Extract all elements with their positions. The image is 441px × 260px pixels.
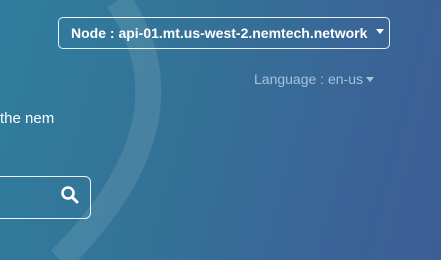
language-selector-dropdown[interactable]: Language : en-us xyxy=(254,71,374,87)
chevron-down-icon xyxy=(376,28,385,34)
language-selector-label: Language : en-us xyxy=(254,71,363,87)
hero-tagline: the nem xyxy=(0,110,55,127)
search-icon[interactable] xyxy=(60,185,80,205)
node-selector-label: Node : api-01.mt.us-west-2.nemtech.netwo… xyxy=(71,25,368,41)
chevron-down-icon xyxy=(365,76,374,82)
node-selector-dropdown[interactable]: Node : api-01.mt.us-west-2.nemtech.netwo… xyxy=(58,17,390,49)
